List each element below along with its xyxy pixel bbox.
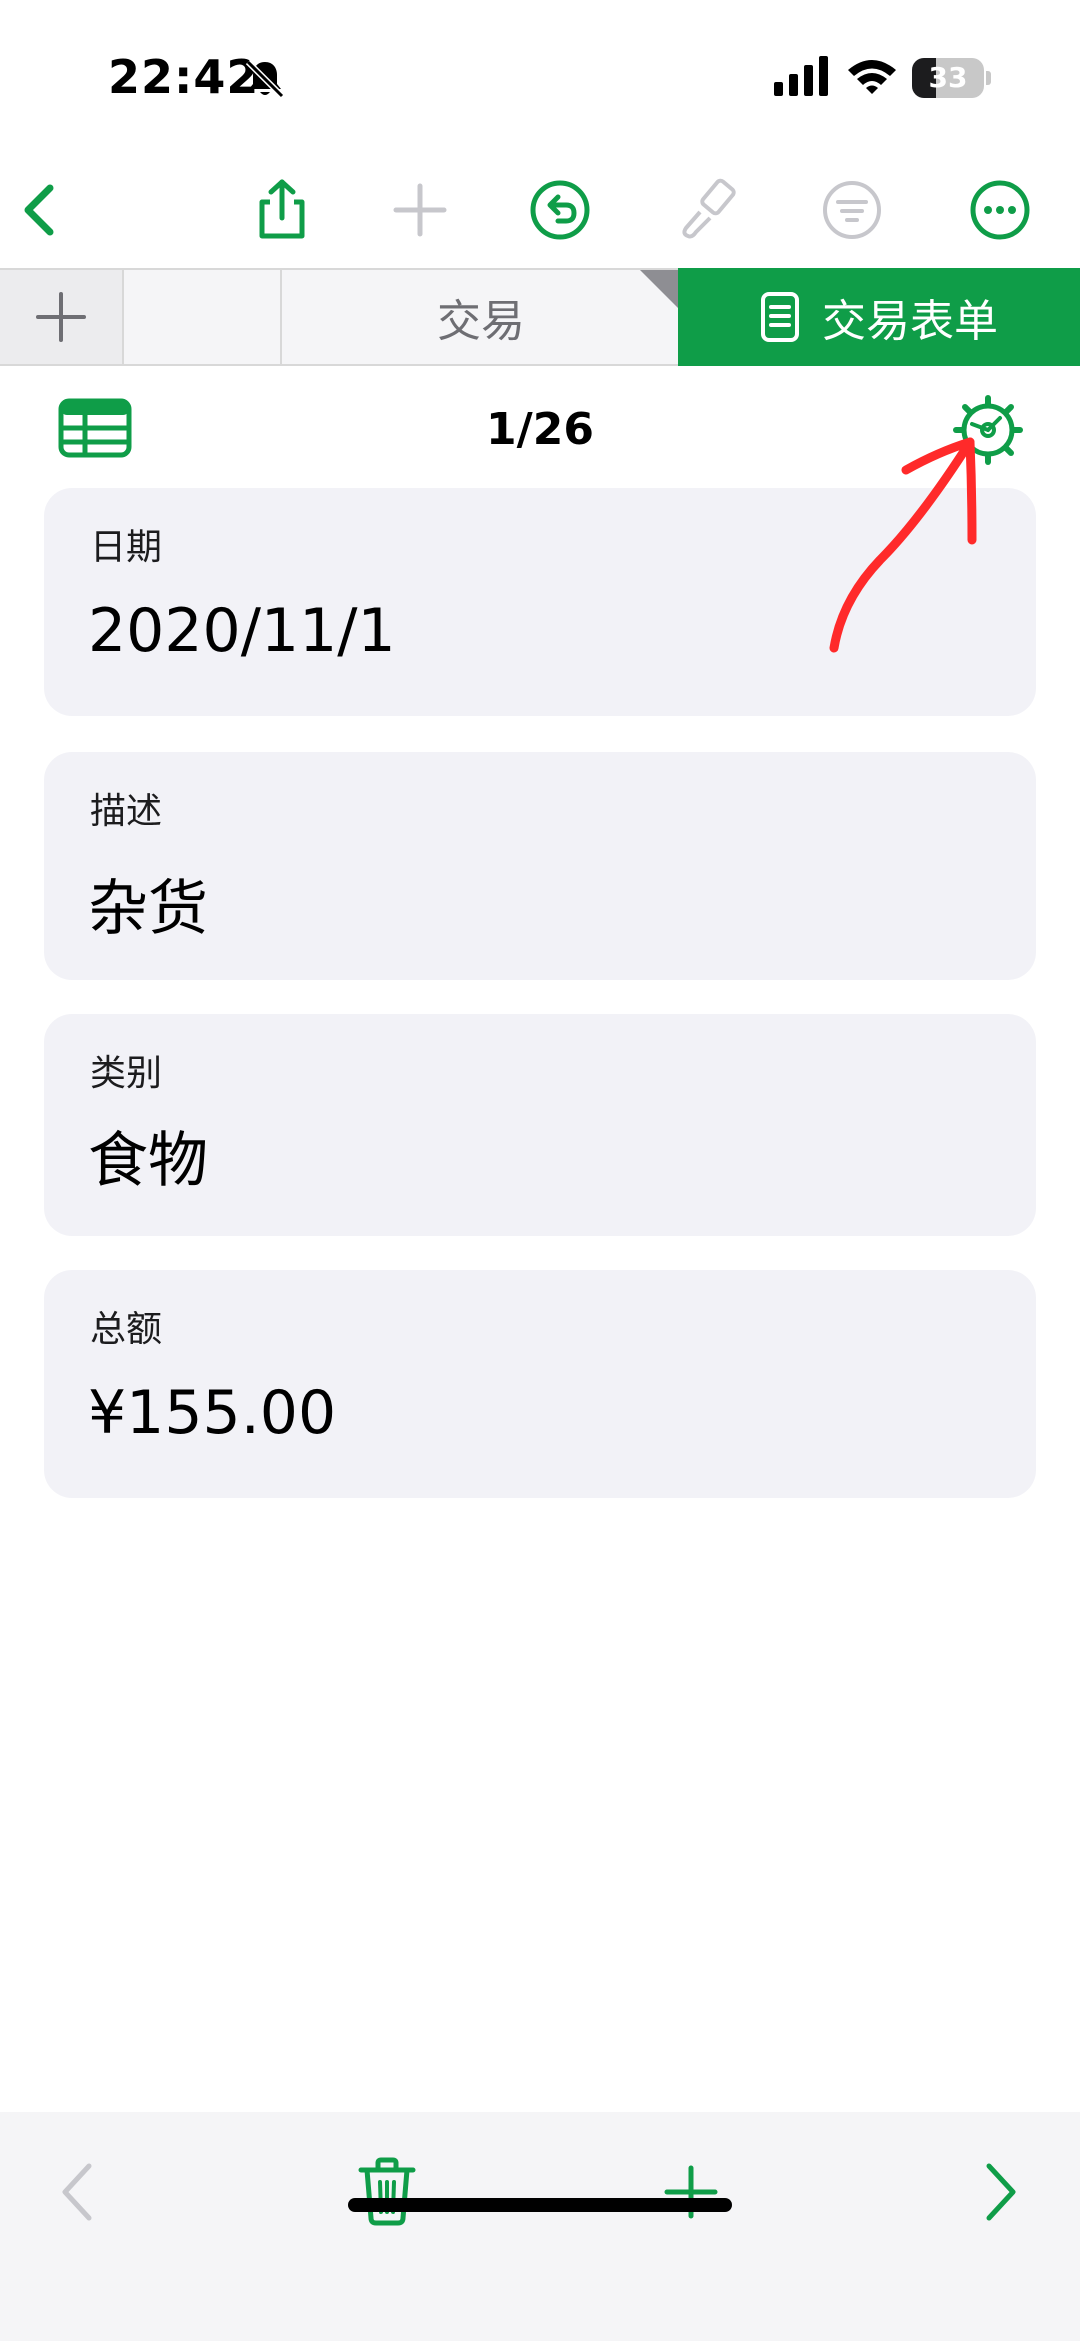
field-card-amount[interactable]: 总额 ¥155.00 (44, 1270, 1036, 1498)
numbers-form-screen: 22:42 33 交易 交易表单 1/26 日期 2020/11/1 描述 杂货… (0, 0, 1080, 2341)
tab-corner-marker (640, 270, 678, 308)
share-button[interactable] (242, 160, 322, 260)
field-label: 描述 (90, 791, 163, 832)
field-label: 总额 (90, 1309, 163, 1350)
add-sheet-icon (36, 292, 86, 342)
battery-cap (986, 71, 991, 85)
previous-record-button[interactable] (34, 2142, 124, 2242)
back-chevron-icon (24, 184, 54, 236)
field-label: 类别 (90, 1053, 163, 1094)
undo-button[interactable] (520, 160, 600, 260)
tab-hidden-sheet[interactable] (126, 270, 282, 364)
add-record-icon (664, 2165, 718, 2219)
tab-transaction-form[interactable]: 交易表单 (678, 268, 1080, 366)
tab-transaction-form-label: 交易表单 (822, 296, 998, 347)
add-record-button[interactable] (646, 2142, 736, 2242)
status-time: 22:42 (108, 50, 260, 104)
previous-chevron-icon (62, 2163, 92, 2221)
field-value[interactable]: 2020/11/1 (88, 596, 396, 666)
record-counter: 1/26 (486, 404, 594, 455)
form-icon (761, 292, 799, 342)
tab-transactions[interactable]: 交易 (284, 270, 678, 364)
add-button[interactable] (380, 160, 460, 260)
field-card-description[interactable]: 描述 杂货 (44, 752, 1036, 980)
undo-icon (530, 180, 590, 240)
table-view-icon[interactable] (58, 398, 132, 458)
battery-icon: 33 (912, 58, 991, 98)
back-button[interactable] (2, 160, 82, 260)
share-icon (259, 179, 305, 239)
filter-icon (823, 181, 881, 239)
add-icon (393, 183, 447, 237)
signal-icon (774, 56, 828, 96)
delete-record-button[interactable] (342, 2142, 432, 2242)
wifi-icon (848, 60, 896, 94)
battery-body: 33 (912, 58, 984, 98)
status-bar: 22:42 33 (0, 0, 1080, 150)
field-card-category[interactable]: 类别 食物 (44, 1014, 1036, 1236)
more-icon (970, 180, 1030, 240)
bottom-bar (0, 2112, 1080, 2341)
home-indicator[interactable] (348, 2198, 732, 2212)
add-sheet-button[interactable] (0, 270, 124, 364)
form-header: 1/26 (0, 380, 1080, 480)
field-value[interactable]: 杂货 (88, 860, 208, 947)
next-chevron-icon (986, 2163, 1016, 2221)
toolbar (0, 160, 1080, 260)
bell-slash-icon (245, 59, 285, 99)
format-button[interactable] (666, 160, 746, 260)
field-label: 日期 (90, 527, 163, 568)
battery-level: 33 (928, 61, 968, 94)
filter-button[interactable] (812, 160, 892, 260)
trash-icon (358, 2157, 416, 2226)
next-record-button[interactable] (954, 2142, 1044, 2242)
field-card-date[interactable]: 日期 2020/11/1 (44, 488, 1036, 716)
field-value[interactable]: ¥155.00 (88, 1378, 336, 1448)
sheet-tab-strip: 交易 交易表单 (0, 268, 1080, 366)
gear-icon[interactable] (952, 394, 1024, 466)
field-value[interactable]: 食物 (88, 1112, 208, 1199)
format-brush-icon (682, 178, 736, 239)
more-button[interactable] (960, 160, 1040, 260)
